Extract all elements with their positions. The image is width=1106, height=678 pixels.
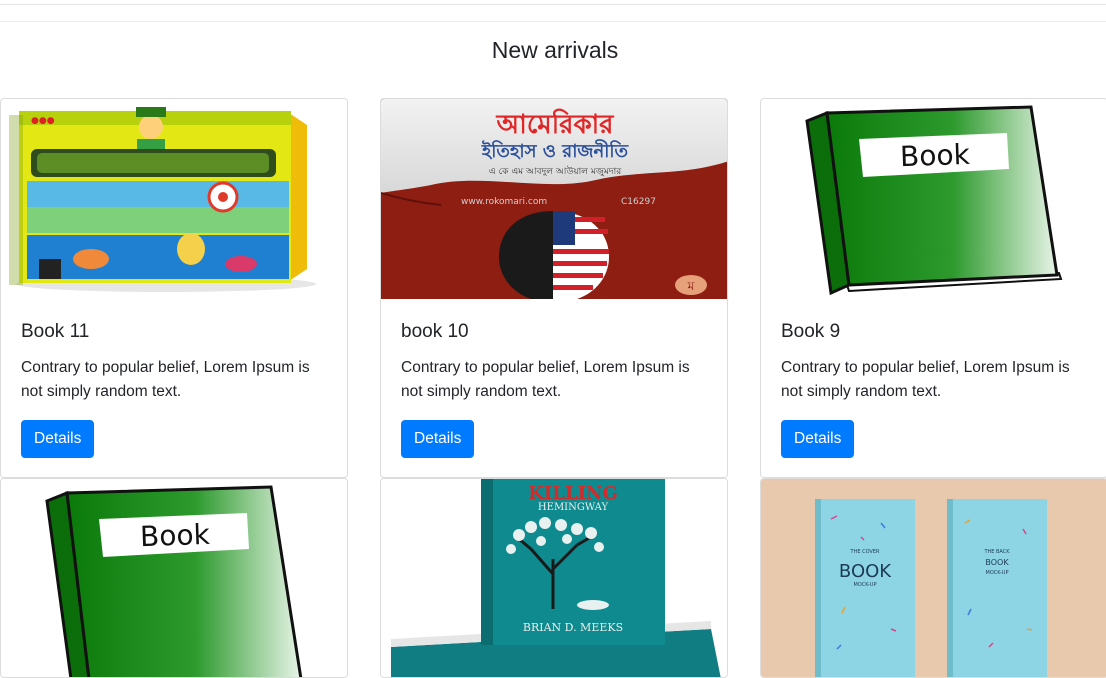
book-description: Contrary to popular belief, Lorem Ipsum … bbox=[781, 359, 1070, 400]
back-small-text: THE BACK bbox=[983, 549, 1010, 555]
front-sub-text: MOCK-UP bbox=[854, 582, 877, 588]
front-main-text: BOOK bbox=[839, 561, 892, 582]
book-cover-image[interactable]: KILLING HEMINGWAY BRIAN D. MEEKS bbox=[381, 479, 727, 677]
cover-subtitle: ইতিহাস ও রাজনীতি bbox=[481, 139, 630, 162]
back-main-text: BOOK bbox=[985, 558, 1009, 567]
back-sub-text: MOCK-UP bbox=[986, 570, 1009, 576]
top-divider bbox=[0, 4, 1106, 5]
book-title: book 10 bbox=[401, 321, 469, 342]
cover-title: আমেরিকার bbox=[496, 108, 616, 140]
section-divider bbox=[0, 21, 1106, 22]
cover-author: BRIAN D. MEEKS bbox=[523, 621, 623, 634]
book-cover-image[interactable]: Book bbox=[761, 99, 1106, 299]
book-cover-image[interactable]: আমেরিকার ইতিহাস ও রাজনীতি এ কে এম আবদুল … bbox=[381, 99, 727, 299]
book-cover-image[interactable]: Book bbox=[1, 479, 347, 677]
cover-subtitle: HEMINGWAY bbox=[538, 502, 609, 513]
book-description: Contrary to popular belief, Lorem Ipsum … bbox=[401, 359, 690, 400]
book-card: Book Book 9 Contrary to popular belief, … bbox=[760, 98, 1106, 478]
book-description: Contrary to popular belief, Lorem Ipsum … bbox=[21, 359, 310, 400]
book-card: KILLING HEMINGWAY BRIAN D. MEEKS bbox=[380, 478, 728, 678]
book-card: আমেরিকার ইতিহাস ও রাজনীতি এ কে এম আবদুল … bbox=[380, 98, 728, 478]
cover-author: এ কে এম আবদুল আউয়াল মজুমদার bbox=[489, 165, 622, 177]
front-small-text: THE COVER bbox=[850, 549, 880, 555]
cover-label: Book bbox=[899, 138, 971, 173]
book-card: ●●● Book 11 Contrary to popular belief, … bbox=[0, 98, 348, 478]
section-title: New arrivals bbox=[491, 37, 619, 63]
book-title: Book 11 bbox=[21, 321, 90, 342]
book-title: Book 9 bbox=[781, 321, 841, 342]
book-cover-image[interactable]: THE COVER BOOK MOCK-UP THE BACK BOOK MOC… bbox=[761, 479, 1106, 677]
book-card: Book bbox=[0, 478, 348, 678]
svg-text:●●●: ●●● bbox=[31, 116, 55, 126]
cover-label: Book bbox=[139, 518, 211, 553]
book-card: THE COVER BOOK MOCK-UP THE BACK BOOK MOC… bbox=[760, 478, 1106, 678]
svg-text:ম: ম bbox=[687, 279, 695, 293]
details-button[interactable]: Details bbox=[781, 420, 855, 458]
cover-title: KILLING bbox=[528, 483, 618, 504]
details-button[interactable]: Details bbox=[21, 420, 95, 458]
details-button[interactable]: Details bbox=[401, 420, 475, 458]
cover-url: www.rokomari.com bbox=[461, 197, 547, 207]
cover-code: C16297 bbox=[621, 197, 656, 207]
book-cover-image[interactable]: ●●● bbox=[1, 99, 347, 299]
